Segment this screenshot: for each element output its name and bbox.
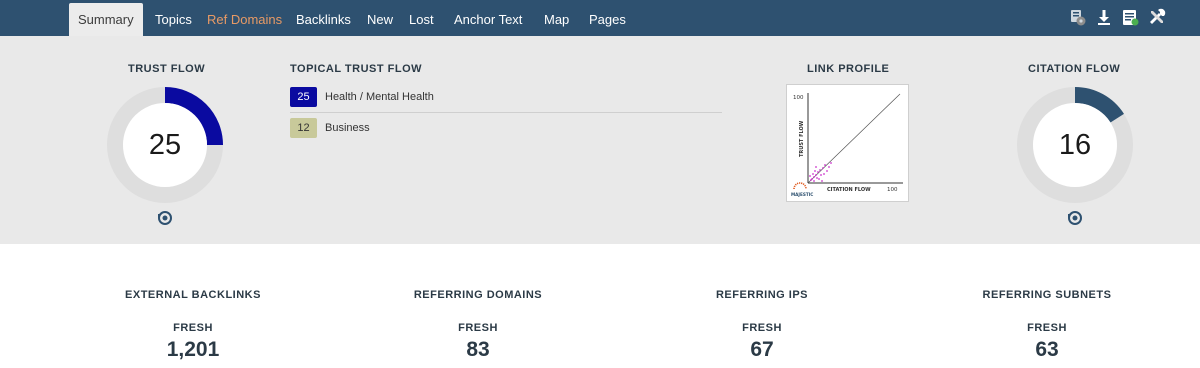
tools-icon[interactable] (1147, 7, 1167, 27)
stat-value-referring-domains: 83 (466, 338, 490, 361)
tab-ref-domains[interactable]: Ref Domains (207, 0, 282, 36)
stat-value-external-backlinks: 1,201 (166, 338, 220, 361)
trust-flow-history-icon[interactable] (157, 210, 173, 226)
stat-title-referring-domains: REFERRING DOMAINS (413, 289, 543, 301)
topic-score-badge: 12 (290, 118, 317, 138)
tab-summary[interactable]: Summary (69, 3, 143, 36)
citation-flow-title: CITATION FLOW (1028, 63, 1121, 75)
stat-title-external-backlinks: EXTERNAL BACKLINKS (125, 289, 261, 301)
tab-anchor-text[interactable]: Anchor Text (454, 0, 522, 36)
trust-flow-title: TRUST FLOW (128, 63, 206, 75)
stat-sub-fresh: FRESH (742, 322, 782, 334)
topical-trust-flow-title: TOPICAL TRUST FLOW (290, 63, 423, 75)
stat-sub-fresh: FRESH (1027, 322, 1067, 334)
tab-backlinks[interactable]: Backlinks (296, 0, 351, 36)
tab-topics[interactable]: Topics (155, 0, 192, 36)
stat-title-referring-ips: REFERRING IPS (715, 289, 809, 301)
lp-y-tick: 100 (793, 95, 804, 101)
topic-label: Health / Mental Health (325, 91, 434, 103)
download-icon[interactable] (1094, 7, 1114, 27)
trust-flow-gauge: 25 (107, 87, 223, 203)
report-icon[interactable] (1120, 7, 1140, 27)
tab-lost[interactable]: Lost (409, 0, 434, 36)
trust-flow-value: 25 (148, 129, 182, 161)
citation-flow-value: 16 (1058, 129, 1092, 161)
topic-score-badge: 25 (290, 87, 317, 107)
link-profile-chart[interactable]: 100 100 CITATION FLOW TRUST FLOW MAJESTI… (786, 84, 909, 202)
lp-x-label: CITATION FLOW (827, 187, 871, 193)
topical-row[interactable]: 12 Business (290, 118, 722, 144)
lp-scatter-points (809, 162, 832, 182)
stat-sub-fresh: FRESH (458, 322, 498, 334)
tab-new[interactable]: New (367, 0, 393, 36)
topic-label: Business (325, 122, 370, 134)
settings-add-icon[interactable] (1067, 7, 1087, 27)
lp-x-tick: 100 (887, 187, 898, 193)
citation-flow-history-icon[interactable] (1067, 210, 1083, 226)
majestic-logo: MAJESTIC (791, 182, 813, 197)
lp-y-label: TRUST FLOW (799, 120, 805, 157)
tab-pages[interactable]: Pages (589, 0, 626, 36)
stat-value-referring-subnets: 63 (1035, 338, 1059, 361)
stat-title-referring-subnets: REFERRING SUBNETS (982, 289, 1112, 301)
topical-row[interactable]: 25 Health / Mental Health (290, 87, 722, 113)
stat-value-referring-ips: 67 (750, 338, 774, 361)
majestic-logo-text: MAJESTIC (791, 192, 813, 197)
tab-map[interactable]: Map (544, 0, 569, 36)
stat-sub-fresh: FRESH (173, 322, 213, 334)
top-nav-bar: Summary Topics Ref Domains Backlinks New… (0, 0, 1200, 36)
link-profile-title: LINK PROFILE (807, 63, 890, 75)
citation-flow-gauge: 16 (1017, 87, 1133, 203)
